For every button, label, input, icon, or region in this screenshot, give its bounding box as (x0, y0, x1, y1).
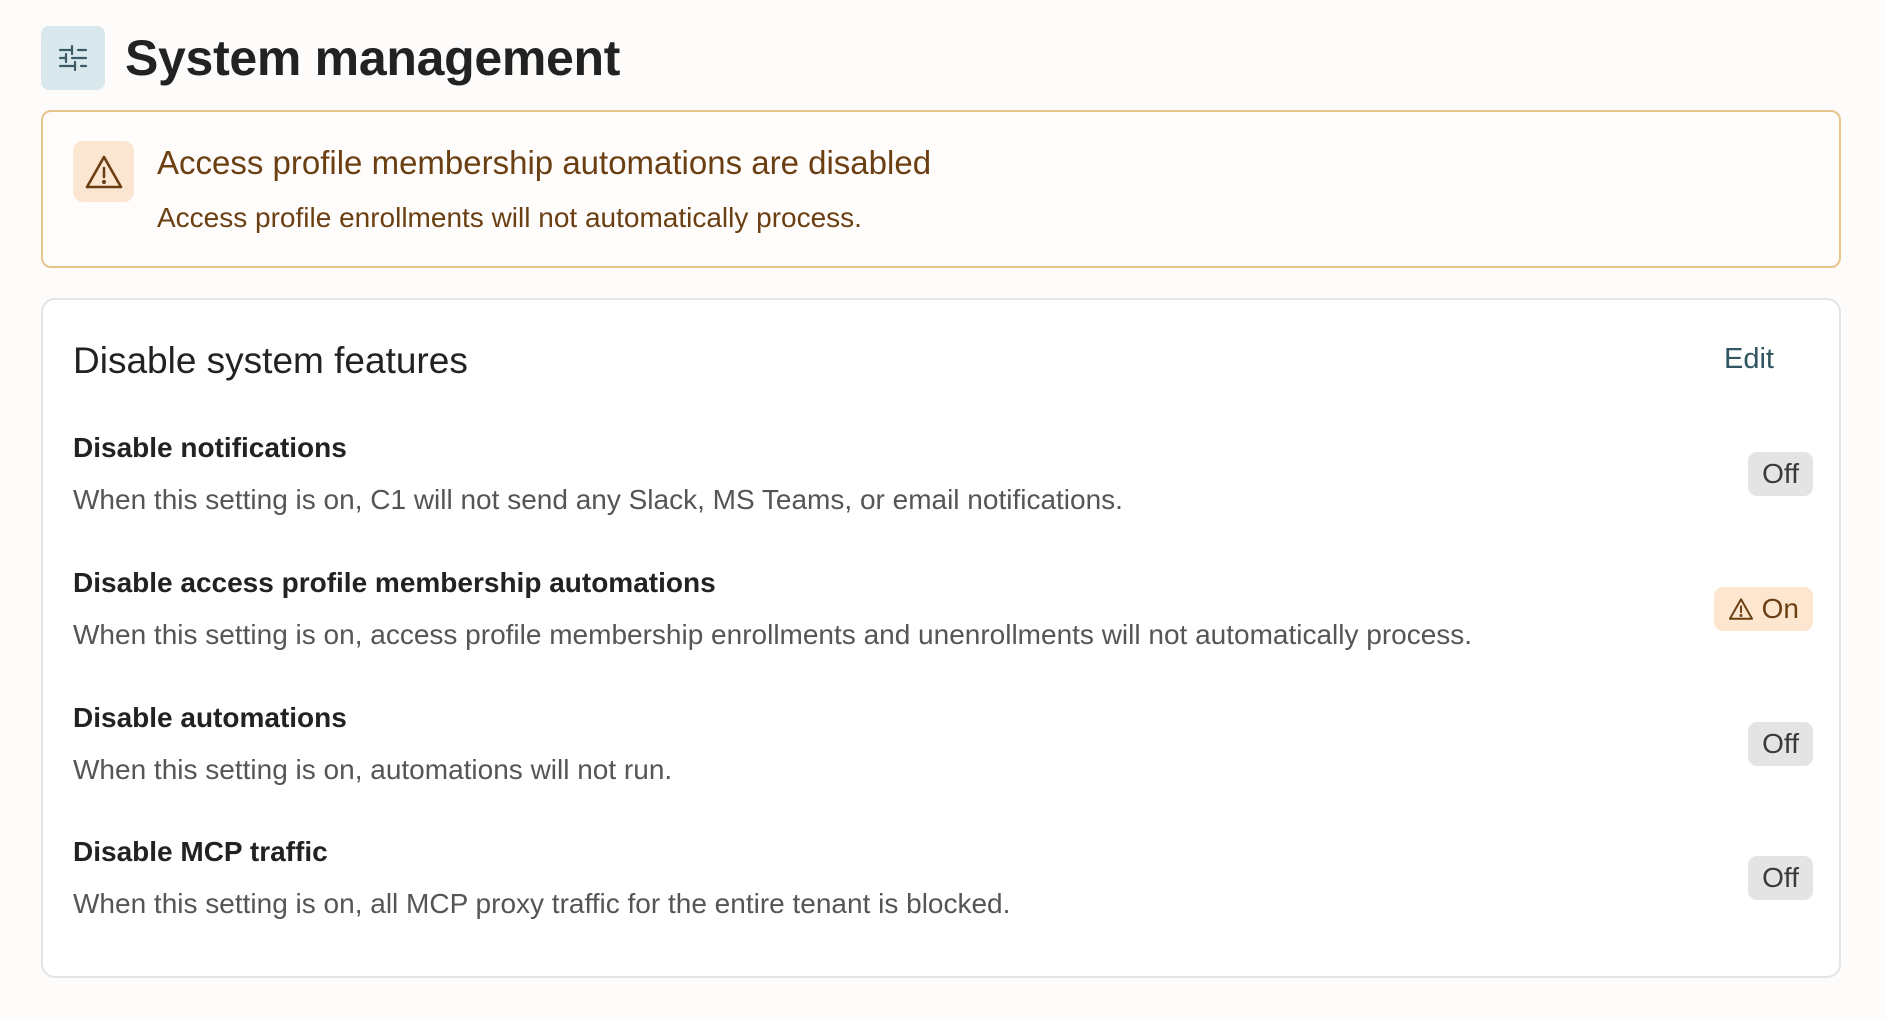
setting-description: When this setting is on, all MCP proxy t… (73, 888, 1011, 919)
automations-disabled-alert: Access profile membership automations ar… (41, 110, 1841, 268)
alert-title: Access profile membership automations ar… (157, 144, 932, 181)
setting-description: When this setting is on, access profile … (73, 619, 1473, 650)
setting-title: Disable MCP traffic (73, 836, 328, 867)
setting-description: When this setting is on, automations wil… (73, 754, 673, 785)
warning-icon (73, 141, 134, 202)
warning-icon (1728, 597, 1754, 621)
edit-button[interactable]: Edit (1724, 343, 1774, 376)
status-badge: Off (1748, 856, 1813, 900)
setting-title: Disable automations (73, 702, 347, 733)
setting-disable-mcp-traffic: Disable MCP traffic When this setting is… (73, 836, 1813, 956)
card-title: Disable system features (73, 340, 468, 381)
status-badge: Off (1748, 722, 1813, 766)
setting-disable-automations: Disable automations When this setting is… (73, 702, 1813, 822)
page-header: System management (41, 26, 620, 90)
setting-disable-notifications: Disable notifications When this setting … (73, 432, 1813, 552)
status-badge: Off (1748, 452, 1813, 496)
alert-description: Access profile enrollments will not auto… (157, 202, 862, 233)
setting-description: When this setting is on, C1 will not sen… (73, 484, 1123, 515)
status-badge: On (1713, 587, 1813, 631)
setting-title: Disable access profile membership automa… (73, 567, 716, 598)
setting-title: Disable notifications (73, 432, 347, 463)
disable-system-features-card: Disable system features Edit Disable not… (41, 298, 1841, 978)
page-title: System management (125, 30, 621, 86)
sliders-icon (41, 26, 105, 90)
setting-disable-access-profile-automations: Disable access profile membership automa… (73, 567, 1813, 687)
